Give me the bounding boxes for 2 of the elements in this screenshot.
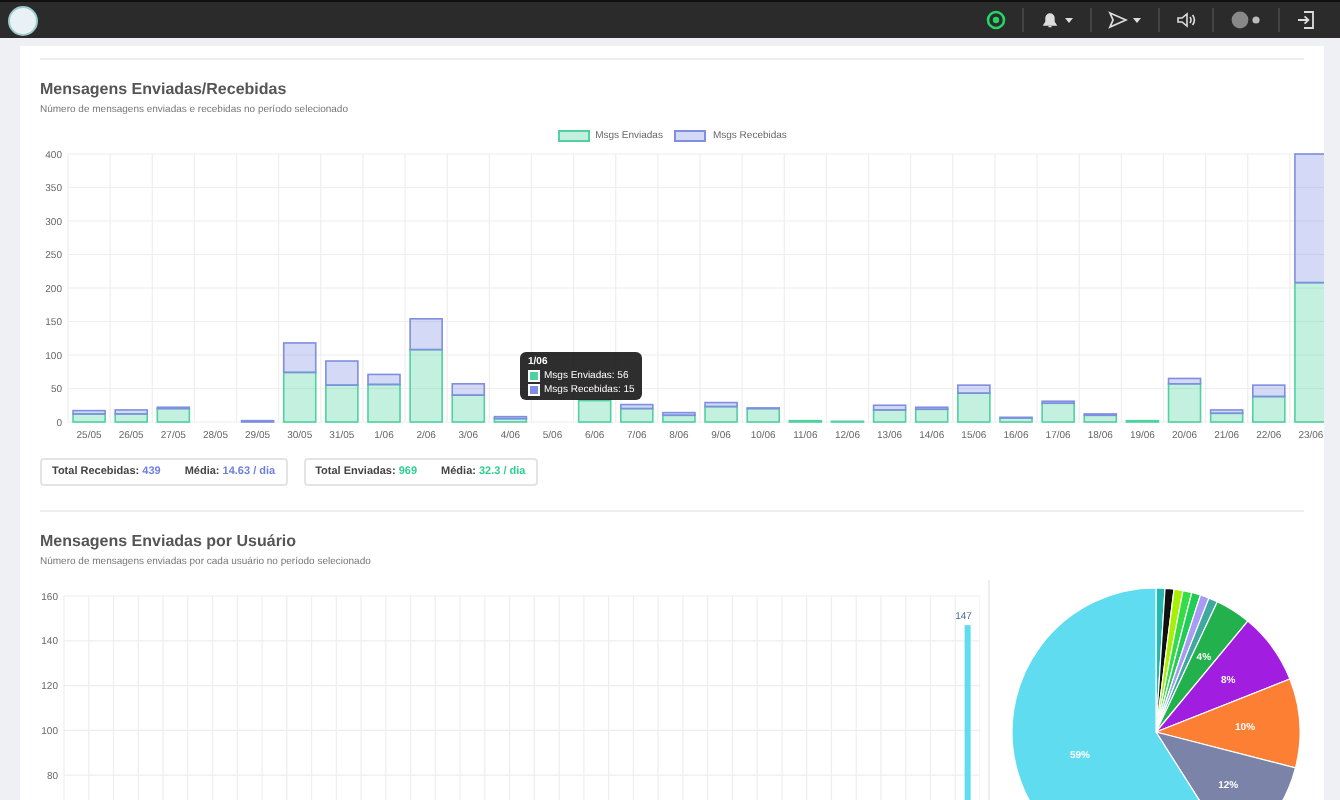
section-title: Mensagens Enviadas por Usuário bbox=[40, 532, 299, 550]
section-title: Mensagens Enviadas/Recebidas bbox=[40, 80, 289, 98]
